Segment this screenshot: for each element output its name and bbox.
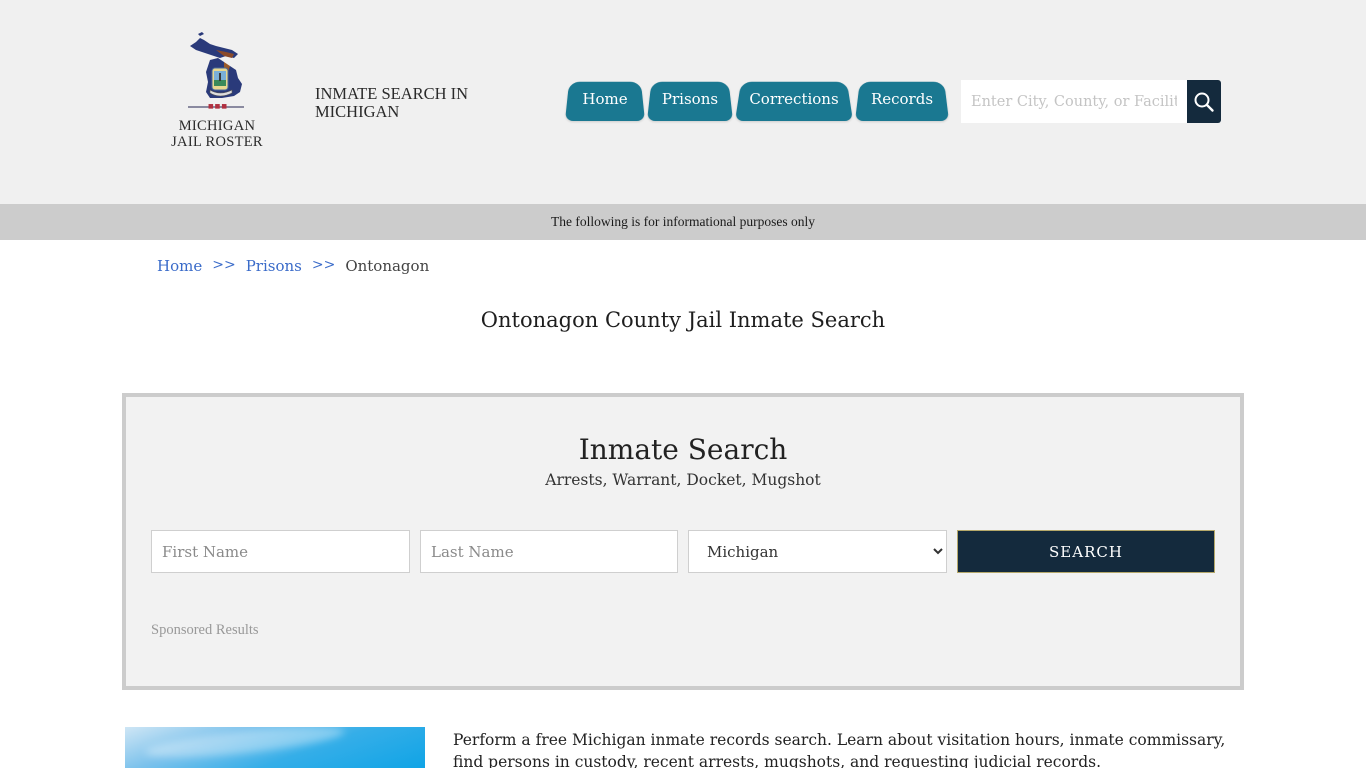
breadcrumb-prisons[interactable]: Prisons	[246, 257, 302, 275]
info-disclaimer-bar: The following is for informational purpo…	[0, 204, 1366, 240]
michigan-state-map-icon	[190, 32, 242, 98]
site-search-input[interactable]	[961, 80, 1187, 123]
breadcrumb: Home >> Prisons >> Ontonagon	[157, 257, 429, 275]
breadcrumb-home[interactable]: Home	[157, 257, 202, 275]
nav-tab-records[interactable]: Records	[855, 77, 949, 121]
last-name-input[interactable]	[420, 530, 678, 573]
site-search-button[interactable]	[1187, 80, 1221, 123]
inmate-search-button[interactable]: SEARCH	[957, 530, 1215, 573]
intro-paragraph: Perform a free Michigan inmate records s…	[453, 731, 1226, 768]
site-tagline: INMATE SEARCH IN MICHIGAN	[315, 84, 469, 121]
logo-line-1: MICHIGAN	[178, 118, 256, 134]
nav-tab-home[interactable]: Home	[565, 77, 645, 121]
logo-text: MICHIGAN JAIL ROSTER	[168, 118, 266, 150]
nav-tab-corrections[interactable]: Corrections	[735, 77, 853, 121]
site-logo[interactable]: ■■■ MICHIGAN JAIL ROSTER	[168, 32, 266, 154]
nav-tab-label: Records	[870, 90, 934, 108]
first-name-input[interactable]	[151, 530, 410, 573]
breadcrumb-separator: >>	[212, 257, 236, 273]
sponsored-results-label: Sponsored Results	[151, 622, 259, 638]
nav-tab-label: Home	[582, 90, 628, 108]
sky-hero-image	[125, 727, 425, 768]
nav-tab-label: Prisons	[661, 90, 719, 108]
nav-tab-prisons[interactable]: Prisons	[647, 77, 733, 121]
site-header: ■■■ MICHIGAN JAIL ROSTER INMATE SEARCH I…	[0, 0, 1366, 204]
breadcrumb-current: Ontonagon	[345, 257, 430, 275]
site-search	[961, 80, 1221, 123]
search-icon	[1194, 92, 1214, 112]
search-panel-title: Inmate Search	[578, 433, 788, 466]
logo-line-2: JAIL ROSTER	[171, 134, 263, 150]
logo-stars: ■■■	[208, 103, 229, 110]
state-select[interactable]: Michigan	[688, 530, 947, 573]
inmate-search-panel: Inmate Search Arrests, Warrant, Docket, …	[122, 393, 1244, 690]
search-panel-subtitle: Arrests, Warrant, Docket, Mugshot	[545, 471, 821, 489]
breadcrumb-separator: >>	[311, 257, 336, 273]
page-title: Ontonagon County Jail Inmate Search	[480, 308, 886, 332]
main-nav: Home Prisons Corrections Records	[565, 77, 951, 121]
nav-tab-label: Corrections	[749, 90, 839, 108]
